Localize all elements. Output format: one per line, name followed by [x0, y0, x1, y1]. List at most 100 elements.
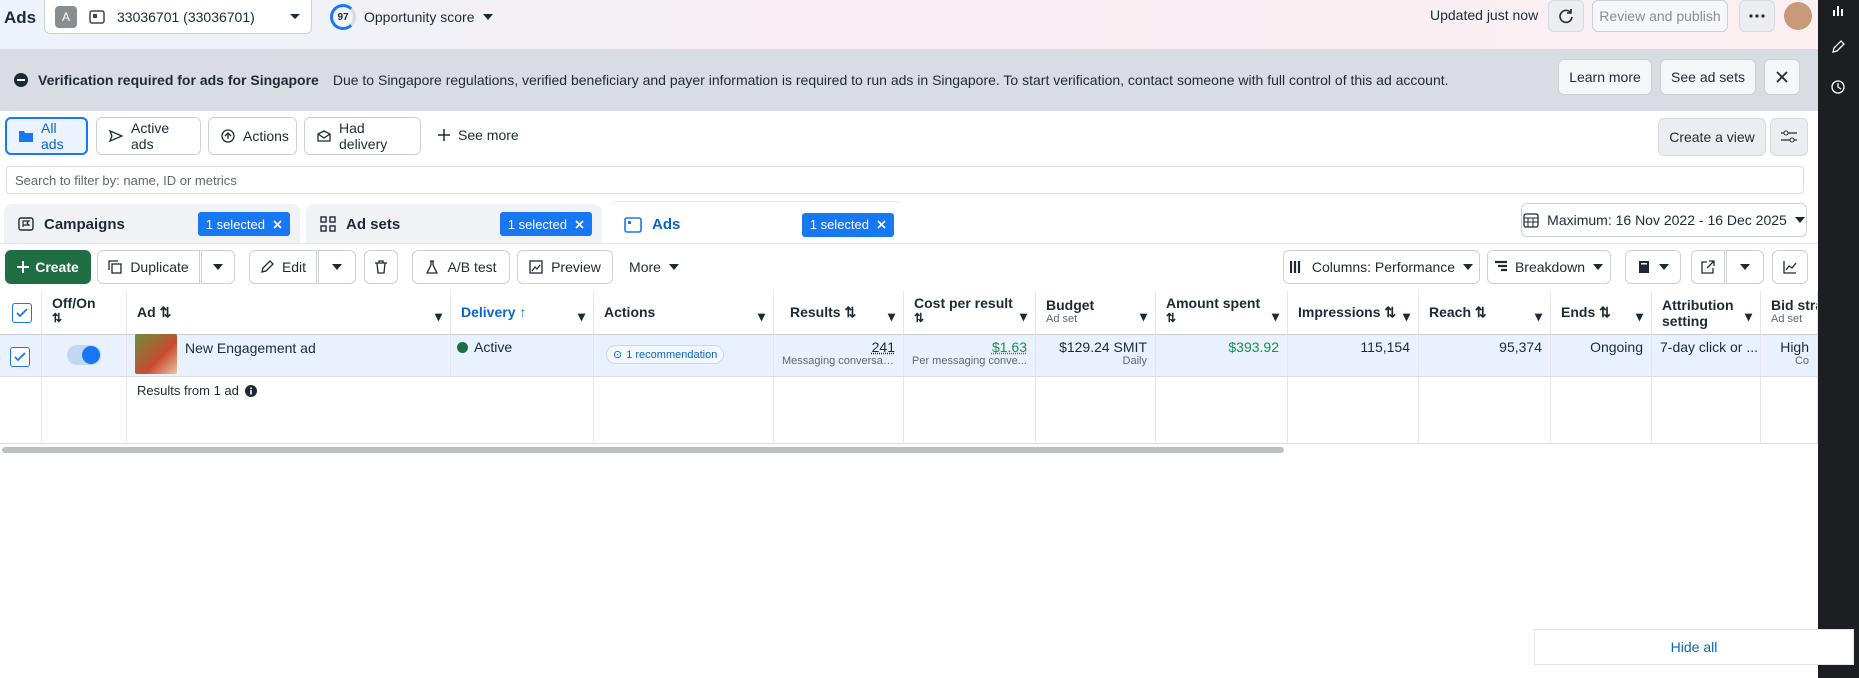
opportunity-score[interactable]: 97 Opportunity score: [330, 4, 493, 30]
pencil-icon[interactable]: [1831, 40, 1845, 54]
col-offon[interactable]: Off/On ⇅: [42, 291, 127, 335]
info-icon[interactable]: [244, 385, 257, 397]
see-ad-sets-button[interactable]: See ad sets: [1660, 59, 1756, 95]
breakdown-button[interactable]: Breakdown: [1487, 250, 1611, 284]
avatar[interactable]: [1784, 2, 1812, 30]
tab-ad-sets[interactable]: Ad sets 1 selected: [306, 204, 602, 244]
status-dot: [457, 342, 468, 353]
charts-button[interactable]: [1772, 250, 1808, 284]
col-ad[interactable]: Ad ⇅ ▾: [127, 291, 451, 335]
sort-icon: ⇅: [52, 311, 63, 325]
edit-button[interactable]: Edit: [249, 250, 317, 284]
clock-icon[interactable]: [1831, 80, 1845, 94]
mail-icon: [317, 130, 331, 142]
more-label: More: [629, 259, 661, 275]
col-label: Cost per result: [914, 295, 1013, 311]
ad-name-cell[interactable]: New Engagement ad: [127, 333, 451, 377]
footer-cell: [1551, 377, 1652, 444]
col-actions[interactable]: Actions ▾: [594, 291, 774, 335]
col-reach[interactable]: Reach ⇅ ▾: [1419, 291, 1551, 335]
cpr-value[interactable]: $1.63: [992, 339, 1027, 355]
budget-cell: $129.24 SMIT Daily: [1036, 335, 1156, 377]
delete-button[interactable]: [364, 250, 398, 284]
columns-label: Columns: Performance: [1311, 259, 1456, 275]
row-select-cell[interactable]: [0, 335, 42, 377]
selected-pill[interactable]: 1 selected: [801, 212, 894, 237]
toggle-cell: [42, 335, 127, 377]
col-bid-strategy[interactable]: Bid stra Ad set: [1761, 291, 1818, 335]
ad-toggle[interactable]: [67, 345, 101, 365]
selected-text: 1 selected: [205, 216, 265, 232]
recommendation-badge[interactable]: ⊙ 1 recommendation: [606, 345, 725, 364]
ad-name: New Engagement ad: [185, 339, 316, 356]
col-budget[interactable]: Budget Ad set ▾: [1036, 291, 1156, 335]
columns-button[interactable]: Columns: Performance: [1283, 250, 1480, 284]
col-impressions[interactable]: Impressions ⇅ ▾: [1288, 291, 1419, 335]
reports-button[interactable]: [1625, 250, 1681, 284]
account-selector[interactable]: A 33036701 (33036701): [44, 0, 312, 34]
bar-chart-icon[interactable]: [1832, 4, 1846, 16]
refresh-button[interactable]: [1548, 0, 1584, 32]
selected-pill[interactable]: 1 selected: [499, 212, 592, 236]
reach-cell: 95,374: [1419, 335, 1551, 377]
right-rail: [1818, 0, 1859, 678]
duplicate-dropdown[interactable]: [201, 250, 235, 284]
view-actions[interactable]: Actions: [208, 117, 297, 155]
export-dropdown[interactable]: [1726, 250, 1764, 284]
breakdown-icon: [1494, 260, 1507, 274]
ab-test-button[interactable]: A/B test: [412, 250, 510, 284]
col-cost-per-result[interactable]: Cost per result ⇅ ▾: [904, 291, 1036, 335]
search-input[interactable]: Search to filter by: name, ID or metrics: [6, 166, 1804, 194]
tab-ads[interactable]: Ads 1 selected: [610, 201, 904, 247]
col-sub: Ad set: [1771, 313, 1803, 325]
attribution-value: 7-day click or ...: [1660, 339, 1759, 355]
close-icon[interactable]: [877, 220, 886, 229]
preview-button[interactable]: Preview: [517, 250, 613, 284]
more-options-button[interactable]: [1739, 0, 1775, 32]
chevron-down-icon: ▾: [1635, 308, 1643, 324]
hide-all-button[interactable]: Hide all: [1534, 629, 1854, 665]
date-range-picker[interactable]: Maximum: 16 Nov 2022 - 16 Dec 2025: [1521, 203, 1807, 237]
view-all-ads[interactable]: All ads: [5, 117, 88, 155]
col-label: Bid stra: [1771, 297, 1818, 313]
edit-dropdown[interactable]: [318, 250, 356, 284]
view-had-delivery[interactable]: Had delivery: [304, 117, 421, 155]
row-checkbox[interactable]: [10, 347, 30, 367]
recommendation-text: 1 recommendation: [626, 348, 718, 361]
view-label: Active ads: [131, 120, 170, 152]
tab-campaigns[interactable]: Campaigns 1 selected: [4, 204, 300, 244]
sort-icon: ⇅: [1474, 304, 1487, 320]
ends-value: Ongoing: [1590, 339, 1643, 355]
budget-value: $129.24 SMIT: [1059, 339, 1147, 355]
duplicate-button[interactable]: Duplicate: [97, 250, 200, 284]
footer-cell: [1288, 377, 1419, 444]
close-banner-button[interactable]: [1764, 59, 1800, 95]
see-more-button[interactable]: See more: [438, 127, 519, 143]
horizontal-scrollbar[interactable]: [2, 447, 1284, 453]
sort-icon: ⇅: [1384, 304, 1397, 320]
learn-more-button[interactable]: Learn more: [1558, 59, 1652, 95]
view-active-ads[interactable]: Active ads: [96, 117, 201, 155]
more-button[interactable]: More: [620, 250, 688, 284]
col-label: Results: [790, 304, 841, 320]
col-delivery[interactable]: Delivery ↑ ▾: [451, 291, 594, 335]
review-publish-button[interactable]: Review and publish: [1592, 0, 1728, 32]
select-all-cell[interactable]: [0, 291, 42, 335]
col-attribution[interactable]: Attribution setting ▾: [1652, 291, 1761, 335]
cpr-sub: Per messaging conve...: [912, 355, 1027, 367]
create-view-button[interactable]: Create a view: [1658, 118, 1766, 156]
create-button[interactable]: Create: [5, 250, 91, 284]
select-all-checkbox[interactable]: [12, 303, 32, 323]
selected-pill[interactable]: 1 selected: [197, 212, 290, 236]
chevron-down-icon: [668, 263, 679, 271]
trash-icon: [375, 260, 387, 274]
search-placeholder: Search to filter by: name, ID or metrics: [15, 172, 237, 188]
close-icon[interactable]: [575, 219, 584, 229]
close-icon[interactable]: [273, 219, 282, 229]
view-settings-button[interactable]: [1770, 118, 1808, 156]
col-results[interactable]: Results ⇅ ▾: [774, 291, 904, 335]
amount-spent-cell: $393.92: [1156, 335, 1288, 377]
col-ends[interactable]: Ends ⇅ ▾: [1551, 291, 1652, 335]
col-amount-spent[interactable]: Amount spent ⇅ ▾: [1156, 291, 1288, 335]
export-button[interactable]: [1691, 250, 1725, 284]
